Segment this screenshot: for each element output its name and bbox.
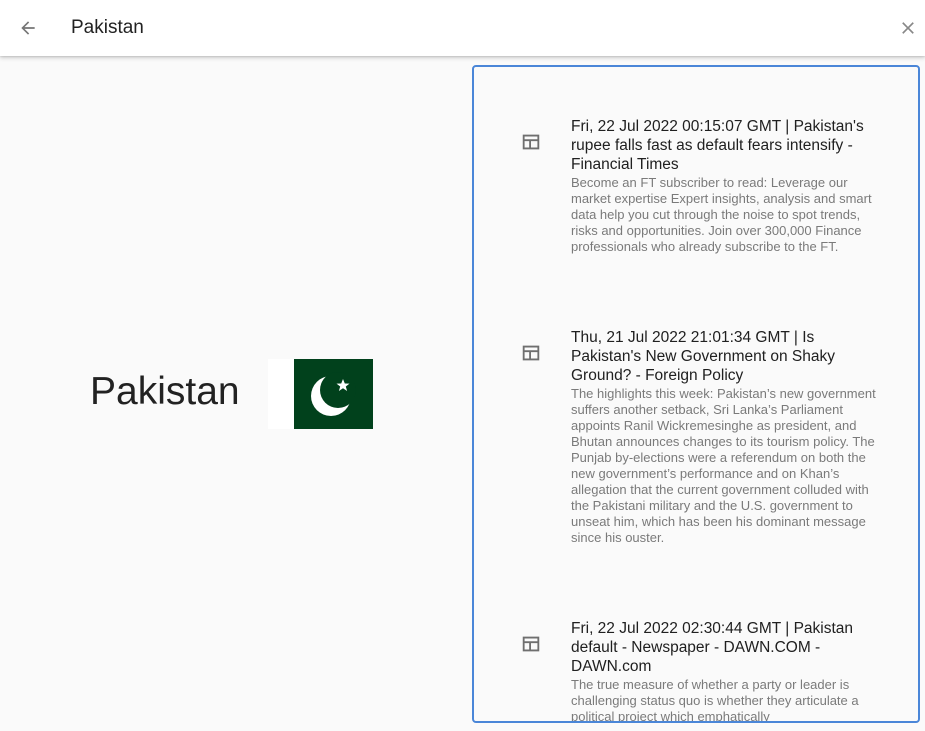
article-icon — [522, 134, 540, 150]
result-title[interactable]: Thu, 21 Jul 2022 21:01:34 GMT | Is Pakis… — [571, 328, 876, 385]
search-input[interactable] — [71, 14, 851, 42]
result-title[interactable]: Fri, 22 Jul 2022 00:15:07 GMT | Pakistan… — [571, 117, 876, 174]
search-app-bar — [0, 0, 925, 56]
result-snippet: Become an FT subscriber to read: Leverag… — [571, 175, 872, 254]
result-snippet: The highlights this week: Pakistan’s new… — [571, 386, 876, 545]
article-icon — [522, 636, 540, 652]
result-title[interactable]: Fri, 22 Jul 2022 02:30:44 GMT | Pakistan… — [571, 619, 876, 676]
back-button[interactable] — [12, 12, 44, 44]
country-panel: Pakistan — [0, 56, 470, 731]
pakistan-flag-icon — [268, 359, 373, 429]
article-icon — [522, 345, 540, 361]
country-name: Pakistan — [90, 370, 240, 413]
clear-search-button[interactable] — [892, 12, 924, 44]
arrow-back-icon — [21, 21, 35, 35]
result-snippet: The true measure of whether a party or l… — [571, 677, 859, 723]
close-icon — [902, 22, 914, 34]
news-results-panel[interactable]: Fri, 22 Jul 2022 00:15:07 GMT | Pakistan… — [472, 65, 920, 723]
